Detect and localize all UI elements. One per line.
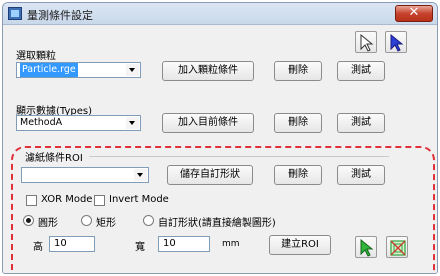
title-bar: 量測條件設定 ✕ [3,3,437,25]
display-select-value: MethodA [20,117,63,128]
chevron-down-icon[interactable] [126,117,139,129]
shape-option-circle: 圓形 [38,218,58,229]
roi-label: 濾紙條件ROI [25,153,83,164]
roi-shape-select[interactable] [21,167,149,183]
window-title: 量測條件設定 [27,9,93,22]
shape-radio-custom[interactable] [143,215,154,226]
particle-delete-button[interactable]: 刪除 [274,61,322,81]
shape-option-rectangle: 矩形 [96,218,116,229]
close-button[interactable]: ✕ [395,5,433,22]
green-pointer-icon [360,239,374,257]
pointer-arrow-icon [360,34,374,52]
particle-test-button[interactable]: 測試 [337,61,385,81]
select-tool-button[interactable] [385,31,407,53]
add-particle-condition-button[interactable]: 加入顆粒條件 [162,61,254,81]
width-label: 寬 [135,242,145,253]
shape-radio-circle[interactable] [23,215,34,226]
add-current-condition-button[interactable]: 加入目前條件 [162,113,254,133]
shape-radio-rectangle[interactable] [81,215,92,226]
height-label: 高 [33,242,43,253]
green-pointer-button[interactable] [355,236,377,258]
roi-group-line [89,156,389,157]
width-input[interactable]: 10 [158,236,210,252]
shape-option-custom: 自訂形狀(請直接繪製圖形) [158,218,276,229]
app-icon [8,7,22,20]
chevron-down-icon[interactable] [134,169,147,181]
chevron-down-icon[interactable] [126,64,139,76]
height-input[interactable]: 10 [49,236,95,252]
unit-label: mm [222,239,240,249]
dialog-body: 選取顆粒 Particle.rge 加入顆粒條件 刪除 測試 顯示數據(Type… [3,25,437,273]
roi-target-button[interactable] [386,236,408,258]
pointer-tool-button[interactable] [355,31,377,53]
save-custom-shape-button[interactable]: 儲存自訂形狀 [167,165,253,185]
particle-label: 選取顆粒 [16,51,56,62]
display-delete-button[interactable]: 刪除 [274,113,322,133]
settings-window: 量測條件設定 ✕ 選取顆粒 Particle.rge 加入顆粒條件 刪除 測試 … [2,2,438,274]
display-test-button[interactable]: 測試 [337,113,385,133]
xor-mode-checkbox[interactable] [26,195,37,206]
invert-mode-label: Invert Mode [109,194,169,205]
create-roi-button[interactable]: 建立ROI [269,235,331,255]
xor-mode-label: XOR Mode [41,194,93,205]
particle-select[interactable]: Particle.rge [16,62,141,78]
roi-test-button[interactable]: 測試 [337,165,385,185]
roi-delete-button[interactable]: 刪除 [274,165,322,185]
invert-mode-checkbox[interactable] [94,195,105,206]
roi-target-icon [390,240,406,256]
particle-select-value: Particle.rge [20,63,78,77]
display-select[interactable]: MethodA [16,115,141,131]
select-arrow-icon [390,34,404,52]
